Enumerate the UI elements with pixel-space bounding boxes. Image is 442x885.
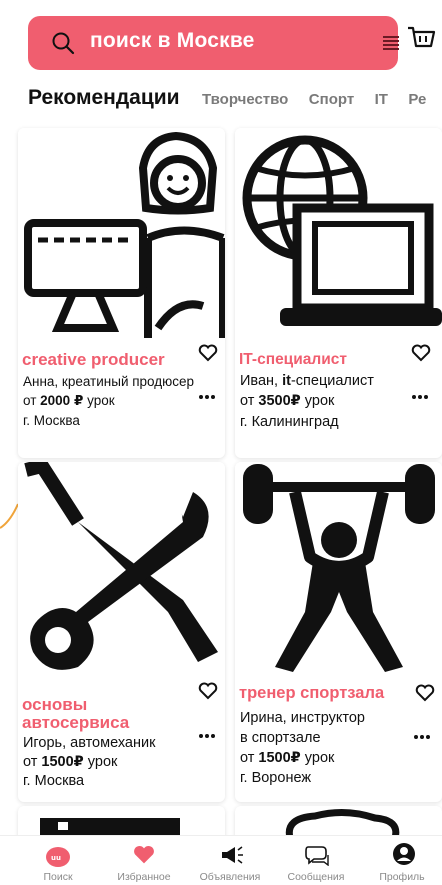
nav-search[interactable]: uu Поиск — [14, 836, 102, 885]
weightlifter-icon — [235, 462, 442, 674]
nav-label: Сообщения — [287, 871, 345, 883]
nav-messages[interactable]: Сообщения — [272, 836, 360, 885]
search-bar[interactable]: поиск в Москве — [28, 16, 400, 70]
card-teacher-line2: в спортзале — [240, 730, 321, 746]
card-city: г. Калининград — [240, 414, 339, 430]
card-title: creative producer — [22, 350, 165, 369]
nav-label: Объявления — [199, 871, 261, 883]
globe-laptop-icon — [235, 128, 442, 338]
card-city: г. Москва — [23, 413, 80, 428]
nav-label: Избранное — [117, 871, 171, 883]
more-options-icon[interactable] — [413, 734, 431, 740]
nav-profile[interactable]: Профиль — [358, 836, 442, 885]
tab-more[interactable]: Ре — [408, 91, 426, 108]
svg-text:uu: uu — [51, 854, 61, 862]
favorite-heart-icon[interactable] — [198, 682, 218, 700]
woman-at-computer-icon — [18, 128, 225, 338]
tab-creativity[interactable]: Творчество — [202, 91, 288, 108]
card-title: основы — [22, 695, 88, 714]
tab-sport[interactable]: Спорт — [309, 91, 354, 108]
favorite-heart-icon[interactable] — [198, 344, 218, 362]
chat-icon — [305, 846, 329, 866]
megaphone-icon — [222, 846, 243, 864]
listing-card[interactable]: тренер спортзала Ирина, инструктор в спо… — [235, 462, 442, 802]
more-options-icon[interactable] — [411, 394, 429, 400]
decorative-accent-line — [0, 503, 19, 529]
card-teacher: Игорь, автомеханик — [23, 735, 156, 751]
tab-recommendations[interactable]: Рекомендации — [28, 86, 180, 110]
card-teacher: Анна, креатиный продюсер — [23, 374, 195, 389]
heart-icon — [134, 845, 154, 864]
favorite-heart-icon[interactable] — [411, 344, 431, 362]
card-teacher: Ирина, инструктор — [240, 710, 365, 726]
listing-card[interactable]: IT-специалист Иван, it-специалист от 350… — [235, 128, 442, 458]
bottom-navigation: uu Поиск Избранное Объявления Сообщения … — [0, 835, 442, 885]
card-title: IT-специалист — [239, 351, 347, 368]
wrench-screwdriver-icon — [18, 462, 225, 674]
card-price: от 1500₽ урок — [240, 750, 335, 766]
more-options-icon[interactable] — [198, 394, 216, 400]
search-input[interactable]: поиск в Москве — [90, 29, 255, 53]
cart-icon[interactable] — [406, 22, 436, 56]
card-price: от 3500₽ урок — [240, 393, 335, 409]
card-city: г. Воронеж — [240, 770, 312, 786]
app-logo-icon: uu — [46, 847, 70, 867]
nav-ads[interactable]: Объявления — [186, 836, 274, 885]
search-icon — [52, 32, 75, 55]
card-price: от 2000 ₽ урок — [23, 393, 115, 408]
listing-card[interactable]: основы автосервиса Игорь, автомеханик от… — [18, 462, 225, 802]
card-title: тренер спортзала — [239, 684, 385, 702]
card-city: г. Москва — [23, 773, 85, 789]
favorite-heart-icon[interactable] — [415, 684, 435, 702]
listing-card[interactable]: creative producer Анна, креатиный продюс… — [18, 128, 225, 458]
filter-list-icon[interactable] — [382, 34, 400, 52]
card-title-line2: автосервиса — [22, 713, 130, 732]
category-tabs: Рекомендации Творчество Спорт IT Ре — [28, 86, 442, 118]
nav-favorites[interactable]: Избранное — [100, 836, 188, 885]
more-options-icon[interactable] — [198, 733, 216, 739]
tab-it[interactable]: IT — [375, 91, 388, 108]
card-price: от 1500₽ урок — [23, 754, 118, 770]
card-teacher: Иван, it-специалист — [240, 373, 374, 389]
profile-icon — [393, 843, 415, 865]
nav-label: Поиск — [43, 871, 73, 883]
nav-label: Профиль — [379, 871, 425, 883]
